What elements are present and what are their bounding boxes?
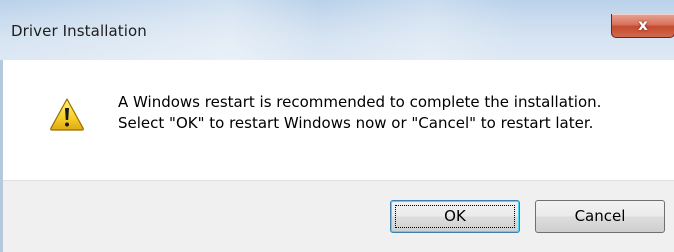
close-button[interactable]: x [611,14,674,38]
window-title: Driver Installation [11,22,147,40]
message-line-1: A Windows restart is recommended to comp… [118,93,602,111]
message-line-2: Select "OK" to restart Windows now or "C… [118,114,594,132]
warning-icon [50,98,84,131]
close-icon: x [638,16,648,34]
cancel-button[interactable]: Cancel [535,200,665,233]
title-bar[interactable]: Driver Installation x [0,0,674,60]
ok-button[interactable]: OK [390,200,520,233]
ok-button-label: OK [444,207,466,225]
dialog-message: A Windows restart is recommended to comp… [118,92,601,134]
dialog-window: Driver Installation x A Windows restart … [0,0,674,252]
button-bar: OK Cancel [3,180,674,252]
